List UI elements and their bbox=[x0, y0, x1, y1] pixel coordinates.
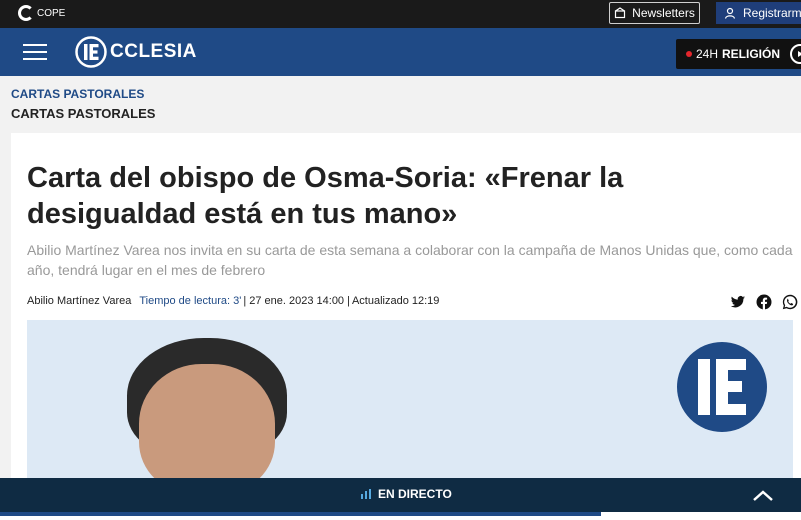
article-headline: Carta del obispo de Osma-Soria: «Frenar … bbox=[27, 162, 624, 230]
cope-logo-icon bbox=[18, 5, 34, 21]
article-author[interactable]: Abilio Martínez Varea bbox=[27, 295, 131, 307]
main-navbar: CCLESIA 24H RELIGIÓN bbox=[0, 28, 801, 76]
live-24h-religion-button[interactable]: 24H RELIGIÓN bbox=[676, 39, 801, 69]
chevron-up-icon[interactable] bbox=[752, 488, 774, 502]
ecclesia-logo-icon bbox=[75, 36, 107, 68]
newsletter-icon bbox=[615, 7, 626, 19]
reading-time: Tiempo de lectura: 3' bbox=[139, 295, 242, 307]
cope-logo-text: COPE bbox=[37, 7, 66, 19]
progress-fill bbox=[0, 512, 601, 516]
live-bar[interactable]: EN DIRECTO bbox=[0, 478, 801, 512]
portrait-face bbox=[139, 364, 275, 480]
whatsapp-icon[interactable] bbox=[782, 294, 798, 310]
top-bar: COPE Newsletters Registrarme bbox=[0, 0, 801, 28]
ecclesia-logo[interactable]: CCLESIA bbox=[75, 36, 197, 68]
share-buttons bbox=[730, 294, 798, 310]
live-label: RELIGIÓN bbox=[722, 47, 781, 61]
newsletters-button[interactable]: Newsletters bbox=[609, 2, 700, 24]
register-label: Registrarme bbox=[743, 6, 801, 20]
twitter-icon[interactable] bbox=[730, 294, 746, 310]
updated-time: Actualizado 12:19 bbox=[351, 295, 440, 307]
live-prefix: 24H bbox=[696, 47, 719, 61]
article-hero-image bbox=[27, 320, 793, 480]
article-subtitle: Abilio Martínez Varea nos invita en su c… bbox=[27, 242, 793, 278]
ecclesia-logo-text: CCLESIA bbox=[110, 41, 197, 62]
play-icon bbox=[790, 44, 801, 64]
section-title: CARTAS PASTORALES bbox=[11, 106, 156, 121]
facebook-icon[interactable] bbox=[756, 294, 772, 310]
audio-bars-icon bbox=[361, 489, 371, 499]
breadcrumb-section[interactable]: CARTAS PASTORALES bbox=[11, 87, 144, 101]
article-meta: Abilio Martínez Varea Tiempo de lectura:… bbox=[27, 295, 439, 307]
ecclesia-watermark-icon bbox=[677, 342, 767, 432]
register-button[interactable]: Registrarme bbox=[716, 2, 801, 24]
live-dot-icon bbox=[686, 51, 692, 57]
live-bar-label: EN DIRECTO bbox=[378, 487, 452, 501]
user-icon bbox=[724, 7, 736, 19]
live-indicator[interactable]: EN DIRECTO bbox=[361, 487, 452, 501]
published-date: | 27 ene. 2023 14:00 | bbox=[243, 295, 350, 307]
newsletters-label: Newsletters bbox=[632, 6, 695, 20]
cope-logo[interactable]: COPE bbox=[18, 5, 65, 21]
menu-icon[interactable] bbox=[23, 44, 47, 60]
